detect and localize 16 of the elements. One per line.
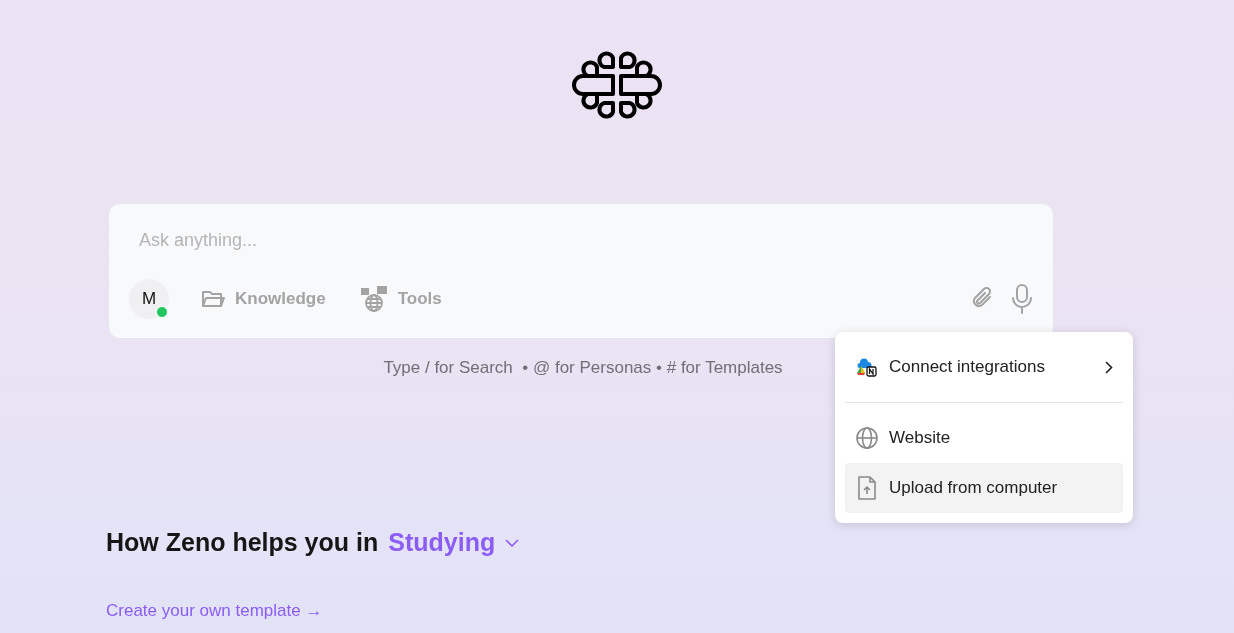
globe-image-icon xyxy=(359,285,388,313)
shortcut-hint: Type / for Search • @ for Personas • # for Templates xyxy=(383,358,783,377)
section-heading: How Zeno helps you in xyxy=(106,528,379,557)
microphone-icon[interactable] xyxy=(1011,284,1033,314)
integrations-icon xyxy=(856,357,878,377)
chevron-right-icon xyxy=(1105,360,1113,374)
avatar-initial: M xyxy=(141,289,157,309)
menu-item[interactable]: Connect integrations xyxy=(845,342,1123,392)
file-upload-icon xyxy=(857,476,877,500)
prompt-field[interactable]: Ask anything... xyxy=(129,230,739,251)
globe-icon xyxy=(855,426,879,450)
user-avatar[interactable]: M xyxy=(129,279,169,319)
menu-item[interactable]: Website xyxy=(845,413,1123,463)
chevron-down-icon xyxy=(505,538,520,547)
menu-item[interactable]: Upload from computer xyxy=(845,463,1123,513)
folder-icon xyxy=(201,289,225,309)
